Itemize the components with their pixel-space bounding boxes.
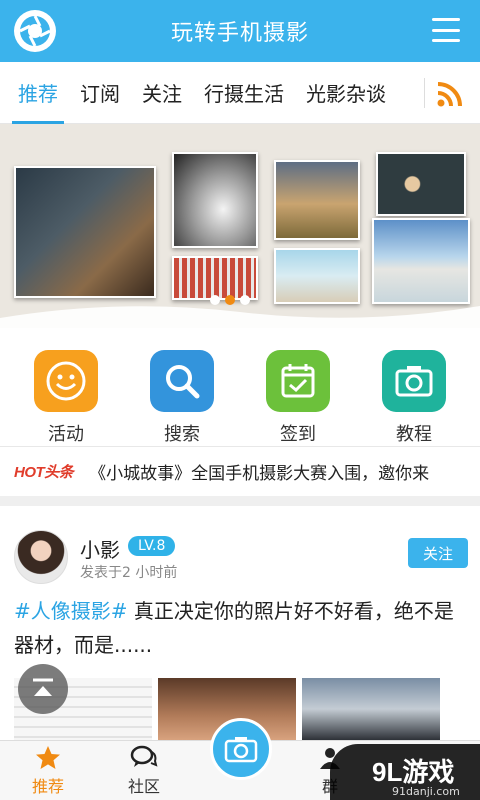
post-username[interactable]: 小影: [80, 534, 120, 563]
quick-actions: 活动 搜索 签到 教程: [0, 328, 480, 446]
post-timestamp: 发表于2 小时前: [80, 565, 178, 581]
quick-action-label: 活动: [48, 424, 84, 445]
banner-photo-mushrooms: [376, 152, 466, 216]
feed-post[interactable]: 小影 LV.8 发表于2 小时前 关注 #人像摄影# 真正决定你的照片好不好看，…: [0, 516, 480, 740]
quick-action-checkin[interactable]: 签到: [258, 328, 338, 446]
nav-label: 推荐: [31, 777, 64, 796]
quick-action-label: 签到: [280, 424, 316, 445]
search-icon: [150, 350, 214, 412]
page-title: 玩转手机摄影: [170, 21, 309, 46]
news-ticker[interactable]: HOT头条 《小城故事》全国手机摄影大赛入围，邀你来: [0, 446, 480, 506]
quick-action-label: 搜索: [164, 424, 200, 445]
nav-label: 社区: [127, 777, 160, 796]
nav-community[interactable]: 社区: [104, 741, 184, 800]
camera-aperture-icon: [19, 15, 51, 47]
rss-icon[interactable]: [436, 80, 464, 108]
hamburger-menu-icon[interactable]: [432, 18, 460, 42]
banner-wave-decoration: [0, 306, 480, 328]
nav-recommend[interactable]: 推荐: [8, 741, 88, 800]
user-level-badge: LV.8: [128, 536, 176, 556]
ticker-headline[interactable]: 《小城故事》全国手机摄影大赛入围，邀你来: [89, 459, 469, 484]
camera-post-button[interactable]: [210, 718, 272, 780]
carousel-dot-3[interactable]: [240, 295, 250, 305]
post-image-3[interactable]: [302, 678, 440, 740]
quick-action-activity[interactable]: 活动: [26, 328, 106, 446]
banner-photo-sunset: [274, 160, 360, 240]
app-root: 玩转手机摄影 推荐 订阅 关注 行摄生活 光影杂谈 活动 搜索 签到 教程 HO…: [0, 0, 480, 800]
tabs-divider: [424, 78, 425, 108]
arrow-up-icon: [33, 678, 53, 696]
watermark-url: 91danji.com: [392, 785, 460, 798]
quick-action-search[interactable]: 搜索: [142, 328, 222, 446]
quick-action-tutorial[interactable]: 教程: [374, 328, 454, 446]
smiley-icon: [34, 350, 98, 412]
tab-recommend[interactable]: 推荐: [12, 62, 64, 124]
chat-bubbles-icon: [130, 745, 158, 767]
camera-icon: [224, 737, 258, 763]
post-hashtag[interactable]: #人像摄影#: [14, 599, 128, 623]
avatar[interactable]: [14, 530, 68, 584]
tab-subscribe[interactable]: 订阅: [80, 62, 120, 124]
banner-photo-falconer: [14, 166, 156, 298]
banner-photo-abstract: [172, 152, 258, 248]
top-header: 玩转手机摄影: [0, 0, 480, 62]
carousel-dot-1[interactable]: [210, 295, 220, 305]
camera-icon: [382, 350, 446, 412]
post-text[interactable]: #人像摄影# 真正决定你的照片好不好看，绝不是器材，而是......: [14, 594, 466, 662]
carousel-indicator: [210, 295, 250, 305]
category-tabs: 推荐 订阅 关注 行摄生活 光影杂谈: [0, 62, 480, 124]
tab-travel-life[interactable]: 行摄生活: [204, 62, 284, 124]
banner-carousel[interactable]: [0, 124, 480, 328]
quick-action-label: 教程: [396, 424, 432, 445]
app-logo[interactable]: [14, 10, 56, 52]
calendar-check-icon: [266, 350, 330, 412]
follow-button[interactable]: 关注: [408, 538, 468, 568]
hot-headline-badge: HOT头条: [14, 464, 74, 481]
tab-follow[interactable]: 关注: [142, 62, 182, 124]
scroll-to-top-button[interactable]: [18, 664, 68, 714]
watermark-logo: 9L游戏: [372, 757, 455, 787]
star-icon: [36, 746, 60, 769]
carousel-dot-2[interactable]: [225, 295, 235, 305]
tab-light-talk[interactable]: 光影杂谈: [306, 62, 386, 124]
